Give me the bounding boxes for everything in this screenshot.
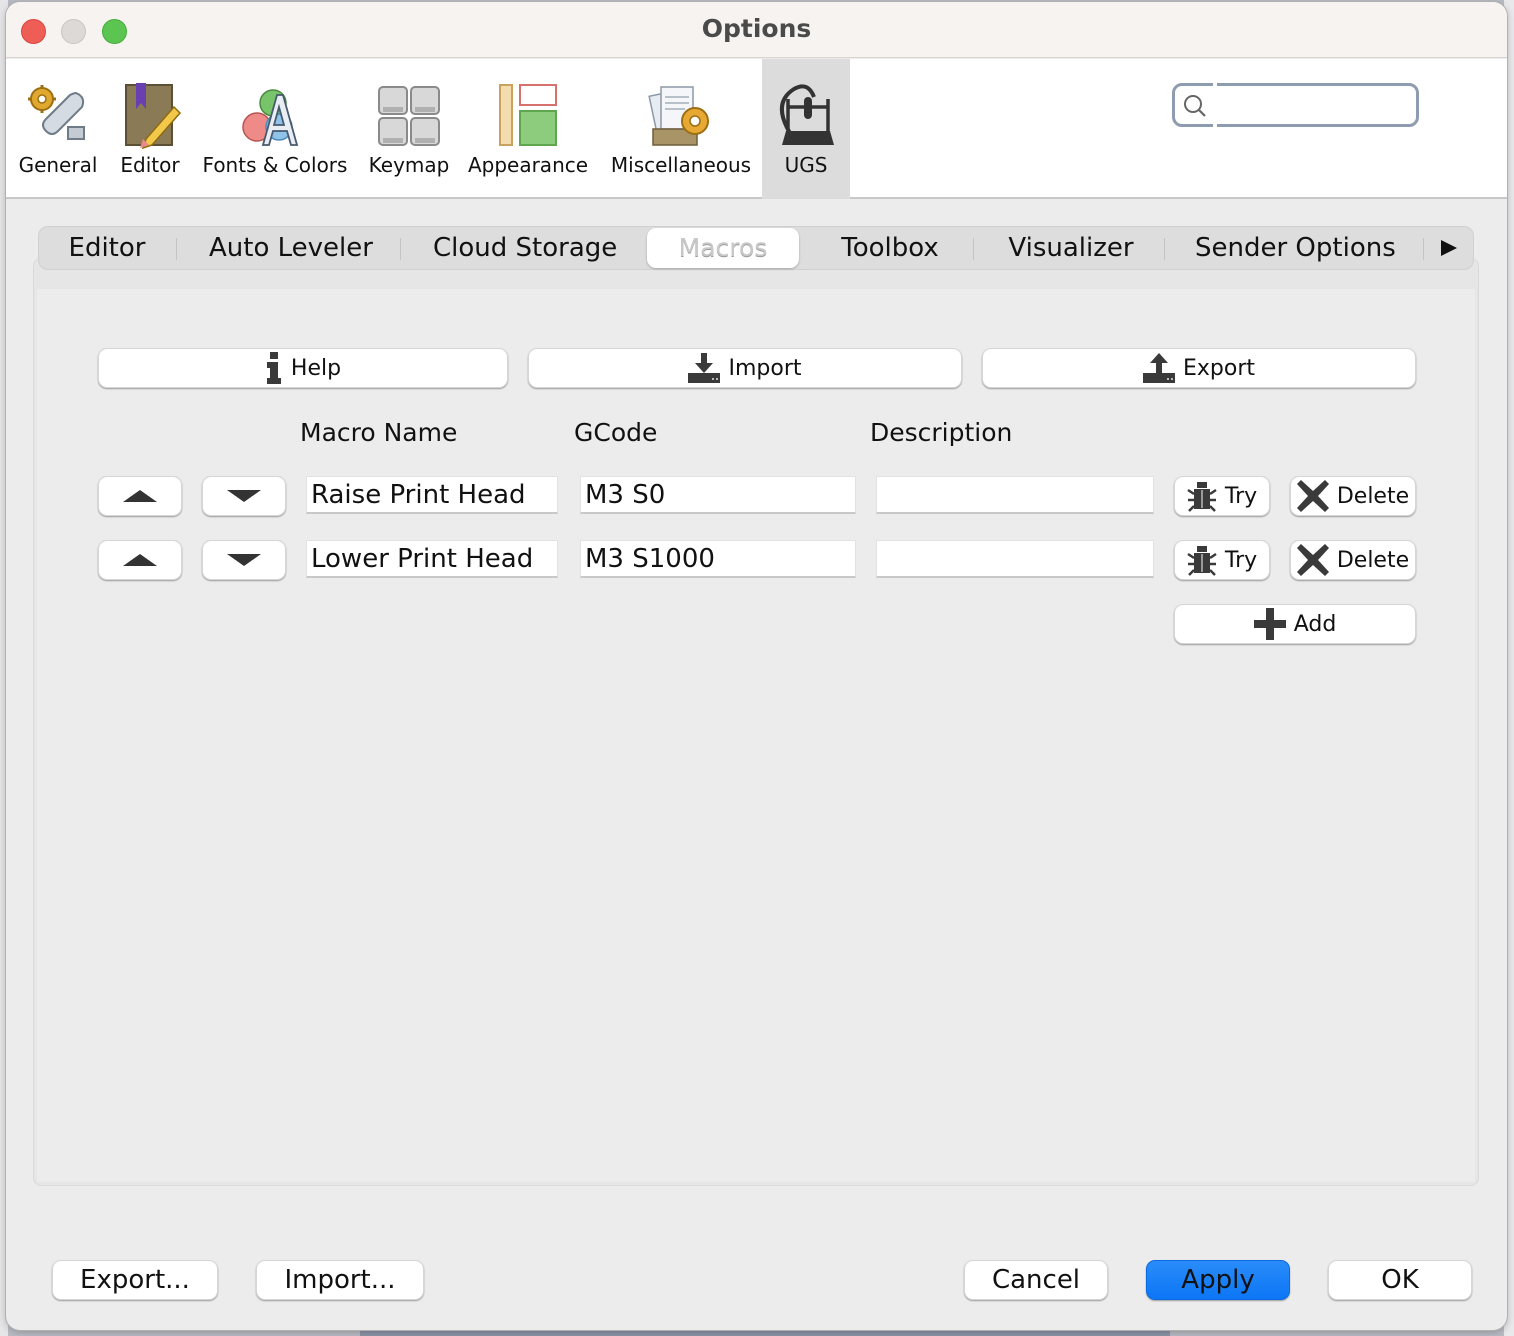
search-field[interactable] bbox=[1172, 83, 1419, 127]
triangle-up-icon bbox=[123, 554, 157, 566]
tab-visualizer[interactable]: Visualizer bbox=[1005, 227, 1137, 269]
delete-macro-button[interactable]: Delete bbox=[1290, 476, 1416, 516]
category-appearance[interactable]: Appearance bbox=[466, 59, 590, 199]
category-label: Keymap bbox=[368, 153, 450, 177]
column-header-description: Description bbox=[870, 418, 1013, 447]
tab-separator bbox=[400, 238, 401, 260]
download-icon bbox=[688, 353, 721, 383]
delete-button-label: Delete bbox=[1336, 483, 1410, 509]
cancel-button[interactable]: Cancel bbox=[964, 1260, 1108, 1300]
move-up-button[interactable] bbox=[98, 476, 182, 516]
category-label: UGS bbox=[784, 153, 828, 177]
macro-description-input[interactable] bbox=[876, 540, 1154, 578]
search-divider bbox=[1213, 83, 1217, 127]
category-keymap[interactable]: Keymap bbox=[362, 59, 456, 199]
gear-wrench-icon bbox=[28, 85, 85, 140]
documents-gear-icon bbox=[648, 86, 709, 146]
bug-icon bbox=[1187, 546, 1217, 576]
category-label: Fonts & Colors bbox=[202, 153, 348, 177]
info-icon bbox=[266, 352, 281, 384]
triangle-up-icon bbox=[123, 490, 157, 502]
move-up-button[interactable] bbox=[98, 540, 182, 580]
tab-auto-leveler[interactable]: Auto Leveler bbox=[209, 227, 373, 269]
export-settings-button[interactable]: Export... bbox=[52, 1260, 218, 1300]
more-tabs-button[interactable] bbox=[1433, 227, 1463, 269]
import-button-label: Import bbox=[728, 355, 802, 381]
layout-panels-icon bbox=[499, 84, 557, 146]
tab-separator bbox=[1164, 238, 1165, 260]
book-pencil-icon bbox=[125, 83, 182, 149]
category-fonts-colors[interactable]: Fonts & Colors bbox=[198, 59, 352, 199]
search-input[interactable] bbox=[1219, 90, 1409, 120]
import-macros-button[interactable]: Import bbox=[528, 348, 962, 388]
category-general[interactable]: General bbox=[10, 59, 106, 199]
delete-x-icon bbox=[1296, 544, 1329, 576]
macro-gcode-input[interactable] bbox=[580, 540, 856, 578]
export-button-label: Export bbox=[1182, 355, 1255, 381]
import-settings-button[interactable]: Import... bbox=[256, 1260, 424, 1300]
font-colors-icon bbox=[242, 89, 299, 146]
apply-button[interactable]: Apply bbox=[1146, 1260, 1290, 1300]
category-label: Editor bbox=[120, 153, 180, 177]
help-button-label: Help bbox=[290, 355, 342, 381]
try-button-label: Try bbox=[1224, 547, 1258, 573]
move-down-button[interactable] bbox=[202, 540, 286, 580]
category-label: General bbox=[18, 153, 98, 177]
cnc-machine-icon bbox=[780, 84, 834, 145]
category-editor[interactable]: Editor bbox=[110, 59, 190, 199]
add-macro-button[interactable]: Add bbox=[1174, 604, 1416, 644]
settings-tab-bar: Editor Auto Leveler Cloud Storage Macros… bbox=[38, 226, 1474, 270]
try-macro-button[interactable]: Try bbox=[1174, 540, 1270, 580]
macro-name-input[interactable] bbox=[306, 476, 558, 514]
category-label: Miscellaneous bbox=[610, 153, 752, 177]
try-macro-button[interactable]: Try bbox=[1174, 476, 1270, 516]
help-button[interactable]: Help bbox=[98, 348, 508, 388]
tab-macros[interactable]: Macros bbox=[647, 228, 799, 268]
triangle-down-icon bbox=[227, 554, 261, 566]
upload-icon bbox=[1142, 353, 1175, 383]
ok-button[interactable]: OK bbox=[1328, 1260, 1472, 1300]
column-header-macro-name: Macro Name bbox=[300, 418, 458, 447]
category-miscellaneous[interactable]: Miscellaneous bbox=[606, 59, 756, 199]
tab-separator bbox=[1423, 238, 1424, 260]
tab-toolbox[interactable]: Toolbox bbox=[831, 227, 949, 269]
macros-panel bbox=[37, 289, 1475, 1182]
add-button-label: Add bbox=[1293, 611, 1337, 637]
settings-panel bbox=[33, 258, 1479, 1186]
tab-editor[interactable]: Editor bbox=[67, 227, 147, 269]
macro-description-input[interactable] bbox=[876, 476, 1154, 514]
tab-sender-options[interactable]: Sender Options bbox=[1195, 227, 1396, 269]
try-button-label: Try bbox=[1224, 483, 1258, 509]
bug-icon bbox=[1187, 482, 1217, 512]
triangle-down-icon bbox=[227, 490, 261, 502]
delete-x-icon bbox=[1296, 480, 1329, 512]
macro-gcode-input[interactable] bbox=[580, 476, 856, 514]
tab-cloud-storage[interactable]: Cloud Storage bbox=[433, 227, 617, 269]
move-down-button[interactable] bbox=[202, 476, 286, 516]
export-macros-button[interactable]: Export bbox=[982, 348, 1416, 388]
window-title: Options bbox=[701, 14, 812, 43]
column-header-gcode: GCode bbox=[574, 418, 658, 447]
triangle-right-icon bbox=[1441, 240, 1457, 256]
delete-button-label: Delete bbox=[1336, 547, 1410, 573]
category-toolbar: General Editor Fonts & Colors Keymap App… bbox=[6, 59, 1507, 199]
tab-separator bbox=[176, 238, 177, 260]
options-dialog: Options General Editor Fonts & Colors Ke… bbox=[6, 2, 1507, 1330]
search-icon bbox=[1184, 95, 1206, 117]
delete-macro-button[interactable]: Delete bbox=[1290, 540, 1416, 580]
keyboard-keys-icon bbox=[378, 86, 440, 146]
tab-separator bbox=[973, 238, 974, 260]
plus-icon bbox=[1253, 608, 1286, 640]
macro-name-input[interactable] bbox=[306, 540, 558, 578]
title-bar: Options bbox=[6, 2, 1507, 58]
category-label: Appearance bbox=[467, 153, 589, 177]
category-ugs[interactable]: UGS bbox=[762, 59, 850, 199]
